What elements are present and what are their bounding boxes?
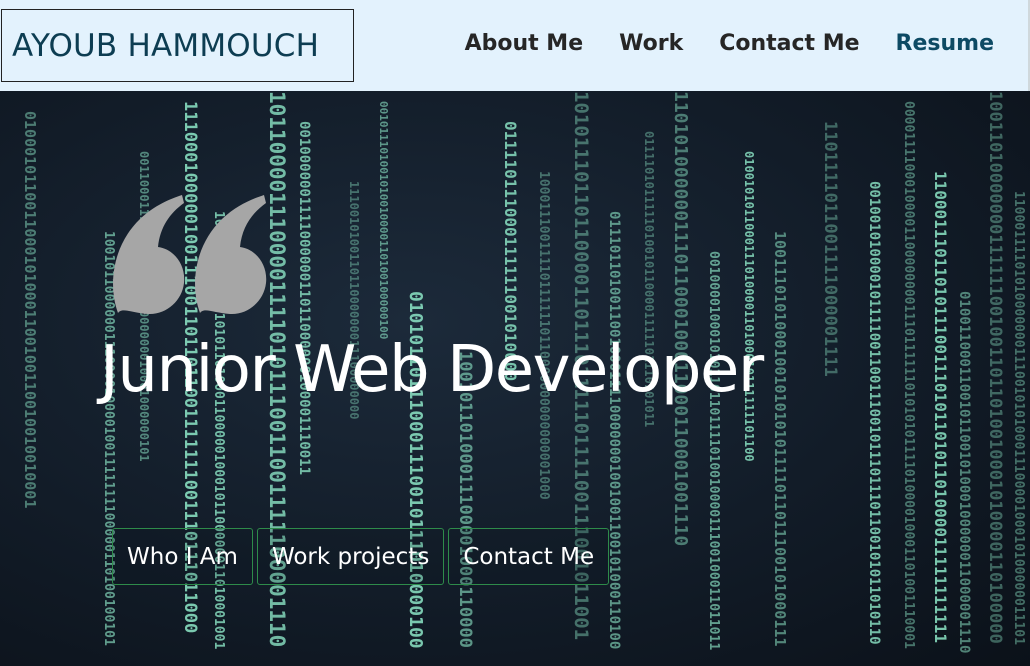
hero-section: 0100010110011000101000110010011001001001… [0, 91, 1030, 666]
contact-me-button[interactable]: Contact Me [448, 528, 610, 585]
binary-digit-column: 1100011110101000000011100101010001110000… [1011, 191, 1026, 645]
binary-digit-column: 0100110001100101100101000100000011000001… [956, 291, 972, 653]
binary-digit-column: 0010010100001011110011001110010111011101… [866, 181, 882, 645]
nav-link-resume[interactable]: Resume [896, 31, 994, 56]
binary-digit-column: 0100101011000111010000110100010111111101… [742, 151, 756, 462]
binary-digit-column: 0100010110011000101000110010011001001001… [21, 111, 39, 508]
top-navbar: AYOUB HAMMOUCH About Me Work Contact Me … [0, 0, 1030, 91]
nav-link-about-me[interactable]: About Me [465, 31, 584, 56]
binary-digit-column: 0010000100010101101101111010010000111001… [706, 251, 721, 650]
binary-digit-column: 1001101000000011111100100110110100100010… [985, 91, 1005, 644]
work-projects-button[interactable]: Work projects [256, 528, 445, 585]
binary-digit-column: 1101111011001111000001111 [820, 121, 840, 377]
binary-digit-column: 1101010000001110110001000110001100010011… [670, 91, 691, 546]
main-nav: About Me Work Contact Me Resume [465, 0, 994, 86]
binary-digit-column: 0000111100010000110000000011101111110101… [901, 101, 916, 649]
site-logo[interactable]: AYOUB HAMMOUCH [1, 9, 354, 82]
quote-open-icon [113, 195, 267, 315]
binary-digit-column: 0010000001111000000110110000001000011100… [296, 121, 312, 475]
binary-digit-column: 001011101001010010000110100100000100 [377, 101, 390, 339]
hero-button-group: Who I Am Work projects Contact Me [112, 528, 610, 585]
binary-digit-column: 1001110101000100101010101111011011100101… [771, 231, 789, 646]
nav-link-work[interactable]: Work [619, 31, 683, 56]
who-i-am-button[interactable]: Who I Am [112, 528, 253, 585]
binary-digit-column: 1100011101101011100111010110101101000011… [931, 171, 950, 643]
hero-headline: Junior Web Developer [100, 333, 764, 407]
nav-link-contact-me[interactable]: Contact Me [719, 31, 859, 56]
